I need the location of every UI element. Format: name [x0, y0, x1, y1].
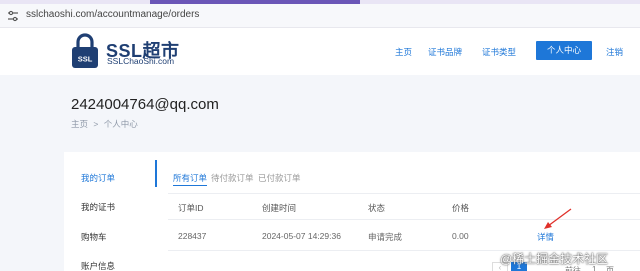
nav-brand-link[interactable]: 证书品牌 — [428, 46, 462, 58]
column-header-price: 价格 — [452, 203, 470, 213]
price-cell: 0.00 — [452, 231, 469, 241]
logo-subtitle: SSLChaoShi.com — [107, 56, 175, 66]
sidebar-item-orders[interactable]: 我的订单 — [81, 172, 115, 184]
sidebar-active-indicator — [155, 160, 157, 187]
logo-badge-text: SSL — [78, 55, 93, 64]
nav-type-link[interactable]: 证书类型 — [482, 46, 516, 58]
url-text[interactable]: sslchaoshi.com/accountmanage/orders — [26, 9, 199, 20]
nav-personal-center-button[interactable]: 个人中心 — [536, 41, 592, 60]
order-details-link[interactable]: 详情 — [537, 231, 554, 243]
tab-unpaid-orders[interactable]: 待付款订单 — [211, 172, 254, 184]
column-header-id: 订单ID — [178, 203, 204, 213]
nav-home-link[interactable]: 主页 — [395, 46, 412, 58]
tab-all-orders[interactable]: 所有订单 — [173, 172, 208, 186]
column-header-created: 创建时间 — [262, 203, 297, 213]
sidebar-item-cart[interactable]: 购物车 — [81, 231, 107, 243]
breadcrumb: 主页 > 个人中心 — [71, 118, 141, 130]
page-title: 2424004764@qq.com — [71, 96, 219, 113]
breadcrumb-separator: > — [93, 119, 99, 129]
breadcrumb-home[interactable]: 主页 — [71, 119, 88, 129]
site-header: SSL SSL超市 SSLChaoShi.com 主页 证书品牌 证书类型 个人… — [0, 29, 640, 75]
annotation-arrow-icon — [544, 208, 572, 229]
column-header-status: 状态 — [368, 203, 386, 213]
nav-logout-link[interactable]: 注销 — [606, 46, 623, 58]
sidebar-item-account[interactable]: 账户信息 — [81, 260, 115, 271]
watermark: @稀土掘金技术社区 — [500, 252, 609, 266]
sidebar-item-certificates[interactable]: 我的证书 — [81, 201, 115, 213]
padlock-logo-icon[interactable]: SSL — [70, 32, 100, 70]
order-id-cell: 228437 — [178, 231, 207, 241]
site-settings-icon[interactable] — [6, 9, 20, 23]
tab-paid-orders[interactable]: 已付款订单 — [258, 172, 301, 184]
created-time-cell: 2024-05-07 14:29:36 — [262, 231, 341, 241]
address-bar[interactable]: sslchaoshi.com/accountmanage/orders — [0, 4, 640, 28]
table-divider — [168, 193, 640, 194]
status-cell: 申请完成 — [368, 232, 403, 242]
breadcrumb-current: 个人中心 — [103, 119, 138, 129]
